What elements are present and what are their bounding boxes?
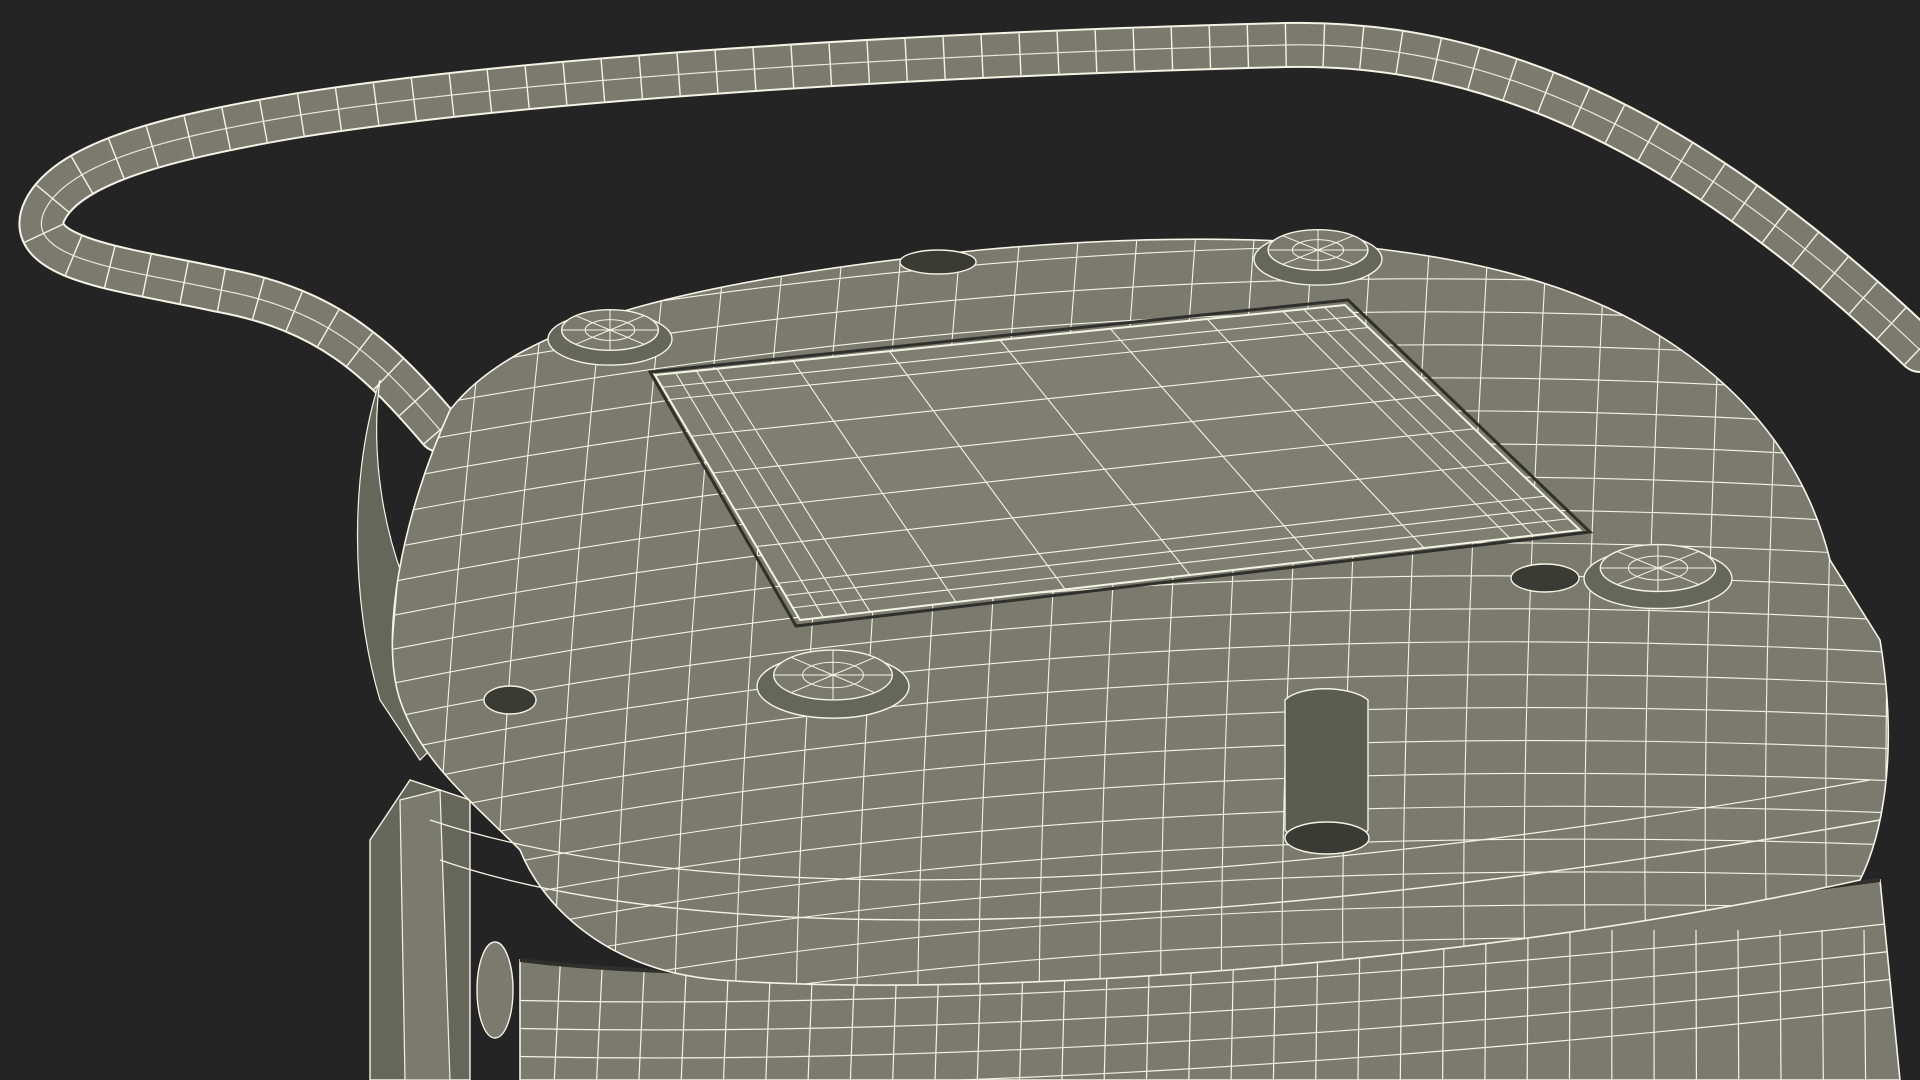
screw-head-icon xyxy=(1253,229,1383,286)
wireframe-render xyxy=(18,21,1920,1080)
wireframe-render-viewport xyxy=(0,0,1920,1080)
